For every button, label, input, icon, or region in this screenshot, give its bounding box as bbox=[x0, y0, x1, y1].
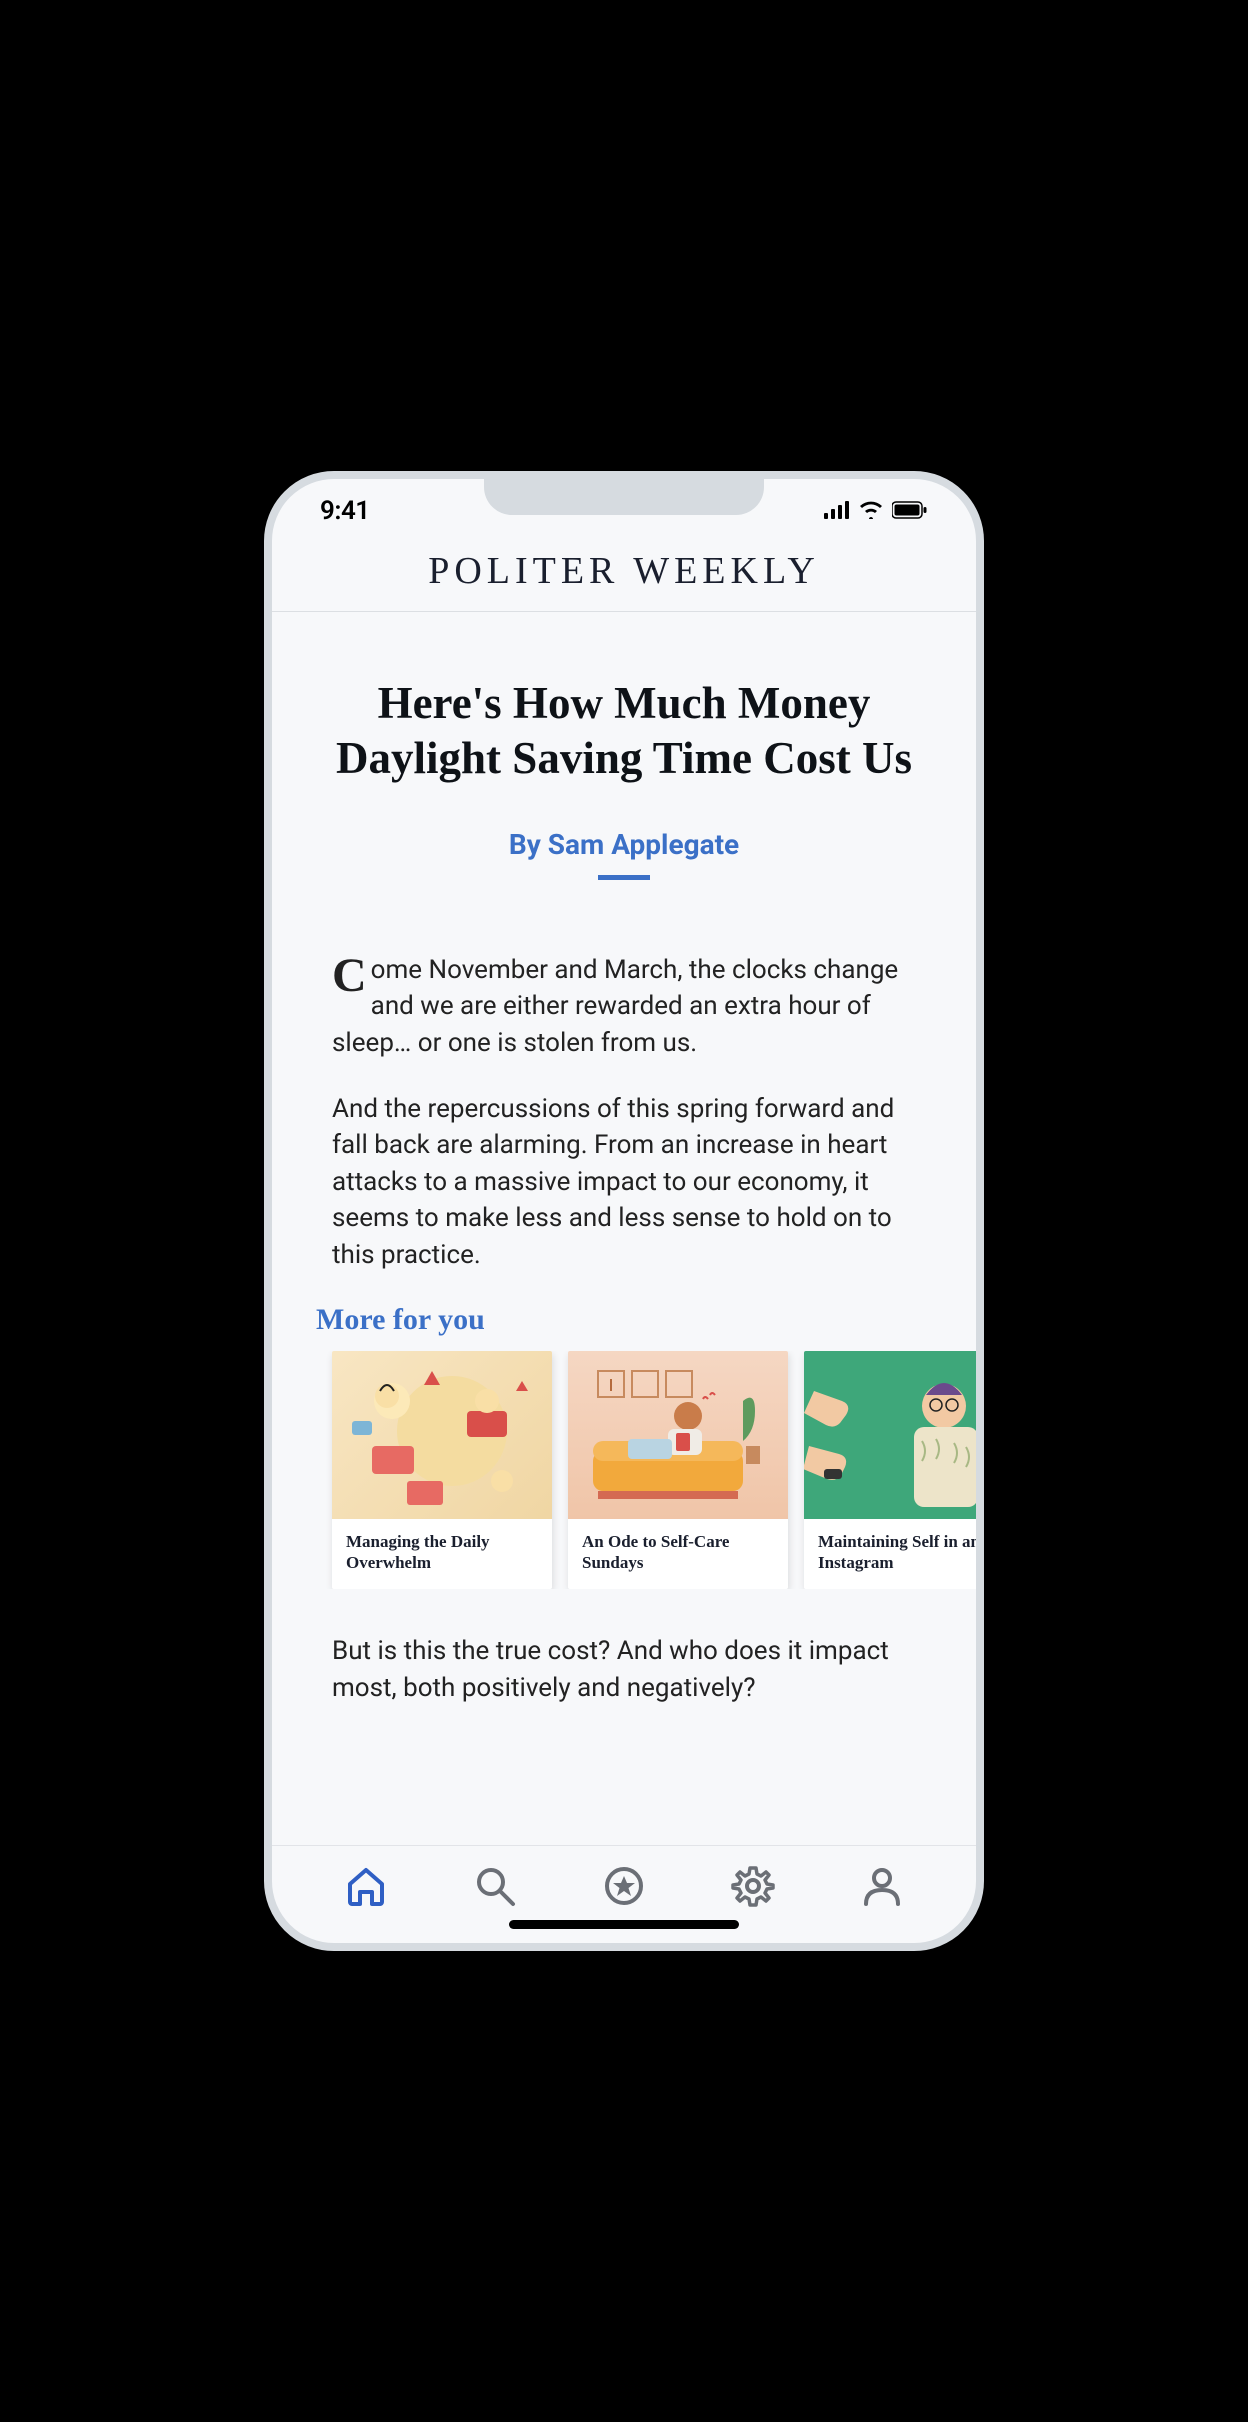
recommendation-cards-row[interactable]: Managing the Daily Overwhelm bbox=[272, 1351, 976, 1590]
tab-search[interactable] bbox=[468, 1861, 522, 1915]
more-for-you-section: More for you bbox=[272, 1303, 976, 1590]
more-for-you-heading: More for you bbox=[272, 1303, 976, 1351]
home-indicator[interactable] bbox=[509, 1920, 739, 1929]
status-indicators bbox=[824, 496, 928, 526]
article-paragraph-2: And the repercussions of this spring for… bbox=[332, 1091, 916, 1273]
gear-icon bbox=[731, 1864, 775, 1912]
card-title: Maintaining Self in an Instagram bbox=[804, 1519, 976, 1590]
star-circle-icon bbox=[602, 1864, 646, 1912]
card-illustration bbox=[332, 1351, 552, 1519]
article-byline[interactable]: By Sam Applegate bbox=[272, 828, 976, 861]
battery-icon bbox=[892, 496, 928, 526]
recommendation-card[interactable]: An Ode to Self-Care Sundays bbox=[568, 1351, 788, 1590]
tab-favorites[interactable] bbox=[597, 1861, 651, 1915]
card-title: An Ode to Self-Care Sundays bbox=[568, 1519, 788, 1590]
article-title: Here's How Much Money Daylight Saving Ti… bbox=[272, 676, 976, 786]
article-scroll-area[interactable]: Here's How Much Money Daylight Saving Ti… bbox=[272, 612, 976, 1845]
device-notch bbox=[484, 479, 764, 515]
wifi-icon bbox=[858, 496, 884, 526]
brand-header: POLITER WEEKLY bbox=[272, 543, 976, 612]
status-time: 9:41 bbox=[320, 496, 370, 526]
article-paragraph-3: But is this the true cost? And who does … bbox=[272, 1589, 976, 1726]
card-illustration bbox=[568, 1351, 788, 1519]
recommendation-card[interactable]: Managing the Daily Overwhelm bbox=[332, 1351, 552, 1590]
card-title: Managing the Daily Overwhelm bbox=[332, 1519, 552, 1590]
cellular-icon bbox=[824, 496, 850, 526]
article-body: Come November and March, the clocks chan… bbox=[272, 880, 976, 1273]
phone-frame: 9:41 POLITER WEEKLY Here's How Much Mone… bbox=[264, 471, 984, 1951]
tab-home[interactable] bbox=[339, 1861, 393, 1915]
tab-settings[interactable] bbox=[726, 1861, 780, 1915]
person-icon bbox=[860, 1864, 904, 1912]
tab-profile[interactable] bbox=[855, 1861, 909, 1915]
home-icon bbox=[344, 1864, 388, 1912]
card-illustration bbox=[804, 1351, 976, 1519]
search-icon bbox=[473, 1864, 517, 1912]
recommendation-card[interactable]: Maintaining Self in an Instagram bbox=[804, 1351, 976, 1590]
article-paragraph-1: Come November and March, the clocks chan… bbox=[332, 952, 916, 1061]
